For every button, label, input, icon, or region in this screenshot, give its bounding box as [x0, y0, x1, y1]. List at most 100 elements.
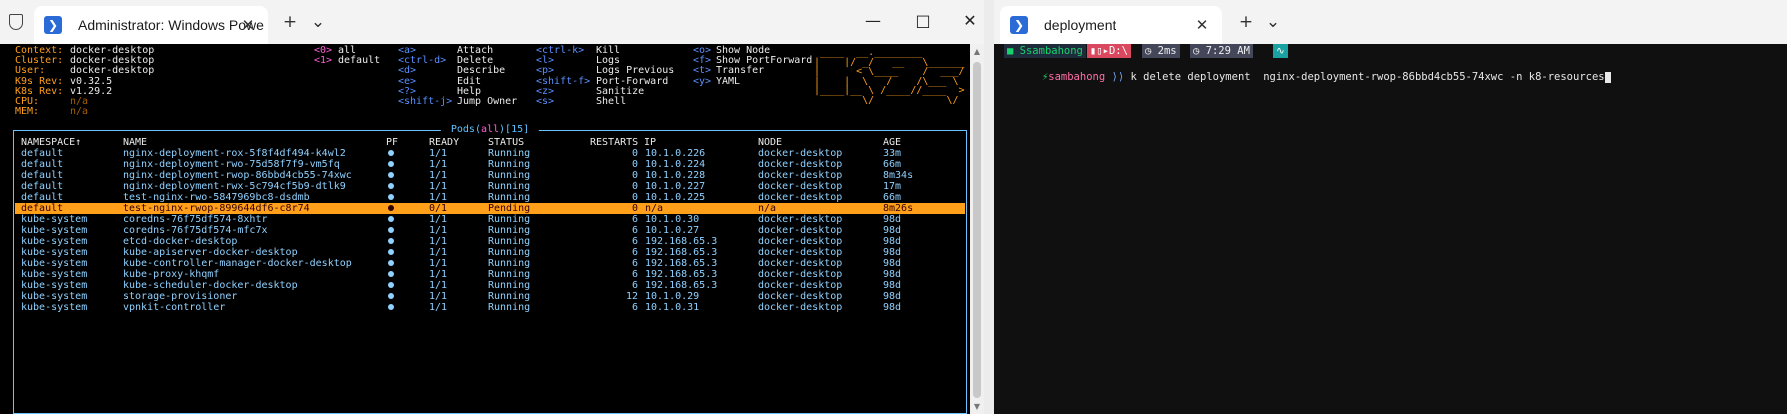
column-namespace[interactable]: NAMESPACE↑: [21, 137, 81, 148]
prompt-username: sambahong: [1048, 71, 1106, 83]
cell-node: docker-desktop: [758, 280, 843, 291]
cell-name: coredns-76f75df574-8xhtr: [123, 214, 268, 225]
cell-name: etcd-docker-desktop: [123, 236, 238, 247]
table-row[interactable]: kube-system kube-apiserver-docker-desktop…: [15, 247, 965, 258]
cell-ready: 1/1: [429, 170, 448, 181]
table-row[interactable]: default nginx-deployment-rox-5f8f4df494-k…: [15, 148, 965, 159]
scroll-thumb[interactable]: [973, 62, 981, 398]
column-restarts[interactable]: RESTARTS: [590, 137, 638, 148]
cell-status: Running: [488, 269, 531, 280]
column-ready[interactable]: READY: [429, 137, 459, 148]
table-row[interactable]: default test-nginx-rwo-5847969bc8-dsdmb 1/…: [15, 192, 965, 203]
table-row[interactable]: default nginx-deployment-rwop-86bbd4cb55-…: [15, 170, 965, 181]
close-tab-icon[interactable]: ✕: [1192, 15, 1212, 35]
column-age[interactable]: AGE: [883, 137, 901, 148]
port-forward-indicator-icon: [388, 181, 394, 192]
close-window-button[interactable]: ✕: [958, 10, 982, 32]
cell-age: 98d: [883, 280, 902, 291]
k9s-terminal[interactable]: Context: docker-desktop Cluster: docker-des…: [0, 44, 970, 414]
cell-ready: 0/1: [429, 203, 448, 214]
cell-status: Pending: [488, 203, 531, 214]
tab-dropdown-button[interactable]: ⌄: [307, 11, 329, 33]
port-forward-indicator-icon: [388, 192, 394, 203]
cell-name: kube-controller-manager-docker-desktop: [123, 258, 352, 269]
cell-status: Running: [488, 225, 531, 236]
cell-ready: 1/1: [429, 302, 448, 313]
vertical-scrollbar[interactable]: ▲ ▼: [970, 44, 984, 414]
cell-ip: 192.168.65.3: [645, 236, 718, 247]
command-text[interactable]: k delete deployment nginx-deployment-rwo…: [1130, 71, 1604, 83]
table-row[interactable]: kube-system storage-provisioner 1/1 Running…: [15, 291, 965, 302]
new-tab-button[interactable]: +: [279, 11, 301, 33]
cell-ip: 192.168.65.3: [645, 258, 718, 269]
column-status[interactable]: STATUS: [488, 137, 524, 148]
tab-title: deployment: [1044, 17, 1117, 33]
prompt-line-2[interactable]: ⚡sambahong ⟩⟩ k delete deployment nginx-…: [1004, 56, 1611, 83]
cell-age: 98d: [883, 247, 902, 258]
table-row[interactable]: kube-system kube-scheduler-docker-desktop…: [15, 280, 965, 291]
table-row[interactable]: kube-system coredns-76f75df574-mfc7x 1/1 Ru…: [15, 225, 965, 236]
cell-status: Running: [488, 280, 531, 291]
cell-restarts: 6: [631, 247, 638, 258]
new-tab-button[interactable]: +: [1235, 11, 1257, 33]
minimize-button[interactable]: —: [861, 10, 885, 32]
cell-ready: 1/1: [429, 269, 448, 280]
column-ip[interactable]: IP: [644, 137, 656, 148]
info-value: n/a: [70, 106, 89, 118]
cell-name: test-nginx-rwop-899644df6-c8r74: [123, 203, 310, 214]
column-name[interactable]: NAME: [123, 137, 147, 148]
cell-ip: 10.1.0.226: [645, 148, 706, 159]
shortcut-label: Jump Owner: [457, 96, 518, 107]
tab-dropdown-button[interactable]: ⌄: [1262, 11, 1284, 33]
right-tab-bar: ❯ deployment ✕ + ⌄: [994, 0, 1787, 45]
cell-age: 8m34s: [883, 170, 914, 181]
cell-node: docker-desktop: [758, 302, 843, 313]
cell-restarts: 0: [631, 181, 638, 192]
cell-status: Running: [488, 258, 531, 269]
table-row[interactable]: kube-system etcd-docker-desktop 1/1 Running…: [15, 236, 965, 247]
shortcut-key: <y>: [693, 75, 712, 87]
cell-restarts: 0: [631, 170, 638, 181]
cell-ready: 1/1: [429, 247, 448, 258]
column-node[interactable]: NODE: [758, 137, 782, 148]
cell-ip: 192.168.65.3: [645, 280, 718, 291]
pods-title: Pods(all)[15]: [440, 124, 540, 135]
table-row[interactable]: kube-system kube-proxy-khqmf 1/1 Running 6 19…: [15, 269, 965, 280]
cell-node: docker-desktop: [758, 269, 843, 280]
cell-namespace: default: [21, 148, 64, 159]
table-row[interactable]: kube-system kube-controller-manager-docke…: [15, 258, 965, 269]
table-row[interactable]: default nginx-deployment-rwx-5c794cf5b9-d…: [15, 181, 965, 192]
table-row[interactable]: kube-system coredns-76f75df574-8xhtr 1/1 Ru…: [15, 214, 965, 225]
port-forward-indicator-icon: [388, 148, 394, 159]
powershell-terminal[interactable]: ■ Ssambahong ▮▯▸D:\ ◷ 2ms ◷ 7:29 AM ∿ ⚡s…: [994, 44, 1787, 414]
cell-ip: 10.1.0.29: [645, 291, 700, 302]
port-forward-indicator-icon: [388, 291, 394, 302]
tab-title: Administrator: Windows Powe: [78, 17, 264, 33]
shortcut-label: YAML: [716, 75, 741, 87]
table-row[interactable]: default nginx-deployment-rwo-75d58f7f9-vm…: [15, 159, 965, 170]
column-pf[interactable]: PF: [386, 137, 398, 148]
cell-node: docker-desktop: [758, 225, 843, 236]
cell-age: 98d: [883, 214, 902, 225]
cell-ip: 10.1.0.224: [645, 159, 706, 170]
table-row[interactable]: kube-system vpnkit-controller 1/1 Running 6 1…: [15, 302, 965, 313]
port-forward-indicator-icon: [388, 280, 394, 291]
maximize-button[interactable]: □: [911, 10, 935, 32]
cell-namespace: default: [21, 181, 64, 192]
scroll-up-icon[interactable]: ▲: [972, 47, 982, 56]
cell-ip: 10.1.0.27: [645, 225, 700, 236]
scroll-down-icon[interactable]: ▼: [972, 402, 982, 411]
cell-namespace: kube-system: [21, 225, 88, 236]
close-tab-icon[interactable]: ✕: [238, 15, 258, 35]
tab-deployment[interactable]: ❯ deployment ✕: [1000, 6, 1222, 44]
cell-restarts: 6: [631, 225, 638, 236]
port-forward-indicator-icon: [388, 302, 394, 313]
table-row-selected[interactable]: default test-nginx-rwop-899644df6-c8r74 0/…: [15, 203, 965, 214]
cell-restarts: 6: [631, 280, 638, 291]
cell-ready: 1/1: [429, 225, 448, 236]
window-gap: [984, 0, 994, 414]
left-tab-bar: ❯ Administrator: Windows Powe ✕ + ⌄ — □ …: [0, 0, 984, 45]
tab-administrator-powershell[interactable]: ❯ Administrator: Windows Powe ✕: [34, 6, 268, 44]
text-cursor: [1604, 71, 1611, 83]
cell-restarts: 0: [631, 159, 638, 170]
